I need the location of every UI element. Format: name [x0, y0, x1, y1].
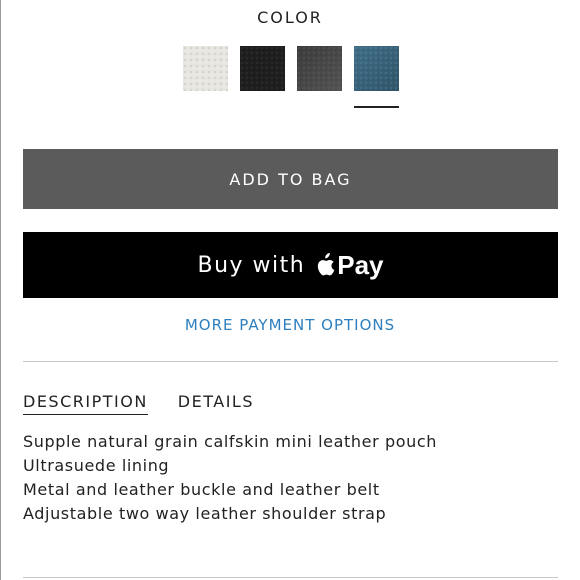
swatch-charcoal-texture	[297, 46, 342, 91]
apple-pay-brand: Pay	[337, 249, 384, 280]
swatch-white[interactable]	[183, 46, 228, 91]
apple-pay-prefix: Buy with	[197, 252, 306, 278]
section-divider-top	[23, 361, 558, 362]
more-payment-options-link[interactable]: MORE PAYMENT OPTIONS	[0, 316, 580, 334]
color-swatches	[183, 46, 399, 108]
tab-description[interactable]: DESCRIPTION	[23, 392, 148, 415]
swatch-white-texture	[183, 46, 228, 91]
swatch-blue-texture	[354, 46, 399, 91]
page-left-border	[0, 0, 1, 580]
color-label: COLOR	[257, 8, 323, 27]
description-item: Adjustable two way leather shoulder stra…	[23, 504, 387, 523]
tab-details[interactable]: DETAILS	[178, 392, 254, 415]
product-info-tabs: DESCRIPTION DETAILS	[23, 392, 254, 415]
description-item: Metal and leather buckle and leather bel…	[23, 480, 380, 499]
swatch-black-texture	[240, 46, 285, 91]
swatch-charcoal[interactable]	[297, 46, 342, 91]
description-list: Supple natural grain calfskin mini leath…	[23, 430, 437, 526]
add-to-bag-button[interactable]: ADD TO BAG	[23, 149, 558, 209]
section-divider-bottom	[23, 577, 558, 578]
apple-pay-button[interactable]: Buy with Pay	[23, 232, 558, 298]
apple-logo-icon	[318, 253, 335, 276]
selected-swatch-indicator	[354, 106, 399, 108]
swatch-black[interactable]	[240, 46, 285, 91]
swatch-blue[interactable]	[354, 46, 399, 108]
description-item: Supple natural grain calfskin mini leath…	[23, 432, 437, 451]
description-item: Ultrasuede lining	[23, 456, 170, 475]
